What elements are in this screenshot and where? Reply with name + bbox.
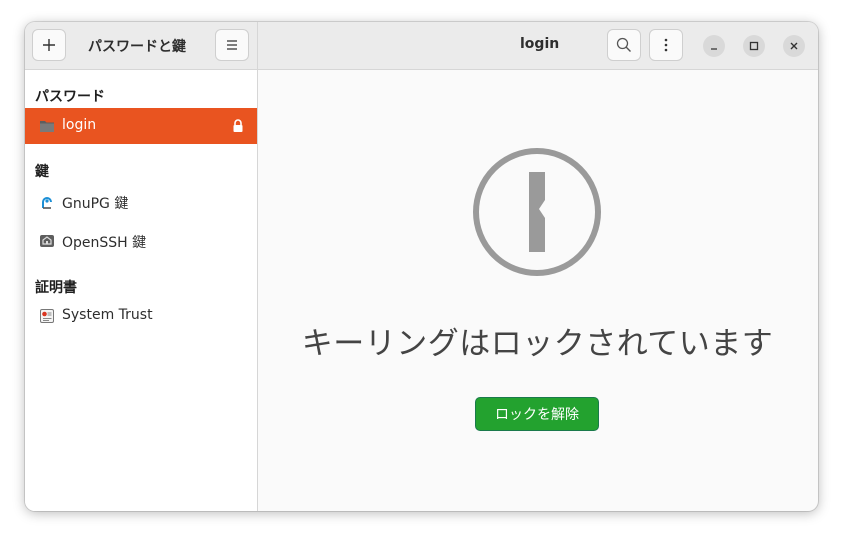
plus-icon — [43, 39, 55, 51]
window-title: login — [520, 36, 560, 52]
unlock-button[interactable]: ロックを解除 — [475, 397, 599, 431]
section-title-certificates: 証明書 — [35, 280, 77, 296]
sidebar-item-label: System Trust — [62, 307, 153, 323]
search-icon — [616, 37, 631, 52]
sidebar-item-label: login — [62, 117, 97, 133]
folder-icon — [40, 121, 54, 132]
sidebar-header: パスワードと鍵 — [25, 22, 258, 69]
more-options-button[interactable] — [649, 29, 683, 61]
sidebar-title: パスワードと鍵 — [88, 39, 186, 55]
sidebar-item-login[interactable]: login — [25, 108, 257, 144]
app-window: パスワードと鍵 login パスワード login 鍵 GnuPG 鍵 Open… — [25, 22, 818, 511]
close-icon — [790, 42, 798, 50]
add-button[interactable] — [32, 29, 66, 61]
section-title-passwords: パスワード — [35, 89, 105, 105]
main-menu-button[interactable] — [215, 29, 249, 61]
sidebar: パスワード login 鍵 GnuPG 鍵 OpenSSH 鍵 証明書 Syst… — [25, 70, 258, 511]
lock-icon — [233, 119, 243, 132]
sidebar-item-label: GnuPG 鍵 — [62, 196, 129, 212]
gnupg-key-icon — [42, 197, 52, 209]
maximize-icon — [749, 41, 759, 51]
maximize-button[interactable] — [743, 35, 765, 57]
sidebar-item-gnupg[interactable]: GnuPG 鍵 — [25, 184, 257, 220]
sidebar-item-label: OpenSSH 鍵 — [62, 235, 147, 251]
certificate-icon — [40, 309, 54, 323]
sidebar-item-system-trust[interactable]: System Trust — [25, 298, 257, 334]
vertical-dots-icon — [664, 38, 668, 52]
header-bar: パスワードと鍵 login — [25, 22, 818, 70]
hamburger-icon — [227, 40, 237, 50]
ssh-key-icon — [40, 235, 54, 247]
minimize-icon — [711, 48, 717, 50]
keyhole-lock-icon — [473, 148, 601, 276]
search-button[interactable] — [607, 29, 641, 61]
sidebar-item-openssh[interactable]: OpenSSH 鍵 — [25, 223, 257, 259]
section-title-keys: 鍵 — [35, 164, 49, 180]
close-button[interactable] — [783, 35, 805, 57]
locked-message: キーリングはロックされています — [301, 326, 774, 362]
minimize-button[interactable] — [703, 35, 725, 57]
